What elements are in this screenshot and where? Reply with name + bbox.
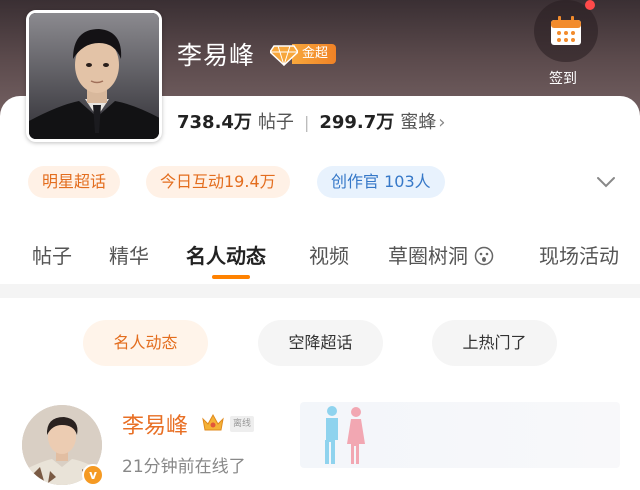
ghost-face-icon bbox=[475, 246, 494, 266]
tab-celebrity-updates[interactable]: 名人动态 bbox=[186, 240, 266, 269]
profile-stats: 738.4万 帖子 | 299.7万 蜜蜂 › bbox=[177, 108, 445, 134]
notification-dot bbox=[585, 0, 595, 10]
tag-daily-interactions[interactable]: 今日互动19.4万 bbox=[146, 166, 290, 198]
tab-posts[interactable]: 帖子 bbox=[32, 240, 72, 269]
profile-avatar[interactable] bbox=[26, 10, 162, 142]
post-author-name[interactable]: 李易峰 bbox=[122, 408, 188, 440]
fans-label[interactable]: 蜜蜂 bbox=[400, 108, 436, 134]
couple-banner bbox=[300, 402, 620, 468]
chevron-right-icon[interactable]: › bbox=[438, 112, 445, 133]
checkin-label: 签到 bbox=[549, 71, 577, 87]
crown-icon bbox=[202, 413, 224, 431]
tag-creators[interactable]: 创作官 103人 bbox=[317, 166, 445, 198]
offline-status-tag: 离线 bbox=[230, 416, 255, 432]
posts-count: 738.4万 bbox=[177, 112, 252, 133]
post-online-time: 21分钟前在线了 bbox=[122, 457, 246, 477]
stats-separator: | bbox=[303, 113, 310, 132]
avatar-portrait-icon bbox=[29, 13, 159, 139]
tag-star-topic[interactable]: 明星超话 bbox=[28, 166, 121, 198]
filter-airdrop-topic[interactable]: 空降超话 bbox=[258, 320, 383, 366]
tab-tree-hole[interactable]: 草圈树洞 bbox=[388, 240, 494, 269]
verified-badge-icon: v bbox=[82, 464, 104, 486]
gold-badge-label: 金超 bbox=[292, 44, 337, 64]
tab-featured[interactable]: 精华 bbox=[109, 240, 149, 269]
profile-name: 李易峰 bbox=[177, 41, 256, 70]
tab-videos[interactable]: 视频 bbox=[309, 240, 349, 269]
tab-live-events[interactable]: 现场活动 bbox=[539, 240, 619, 269]
gold-super-badge[interactable]: 金超 bbox=[270, 42, 337, 66]
content-tabs: 帖子 精华 名人动态 视频 草圈树洞 现场活动 bbox=[0, 232, 640, 282]
active-tab-indicator bbox=[212, 275, 250, 279]
filter-celebrity-updates[interactable]: 名人动态 bbox=[83, 320, 208, 366]
section-divider bbox=[0, 284, 640, 298]
calendar-icon bbox=[551, 16, 581, 45]
fans-count[interactable]: 299.7万 bbox=[319, 108, 394, 134]
couple-silhouette-icon bbox=[325, 406, 365, 464]
posts-label: 帖子 bbox=[257, 112, 294, 133]
chevron-down-icon[interactable] bbox=[594, 170, 618, 194]
tab-tree-hole-label: 草圈树洞 bbox=[388, 244, 468, 268]
diamond-icon bbox=[270, 45, 298, 66]
filter-trending[interactable]: 上热门了 bbox=[432, 320, 557, 366]
